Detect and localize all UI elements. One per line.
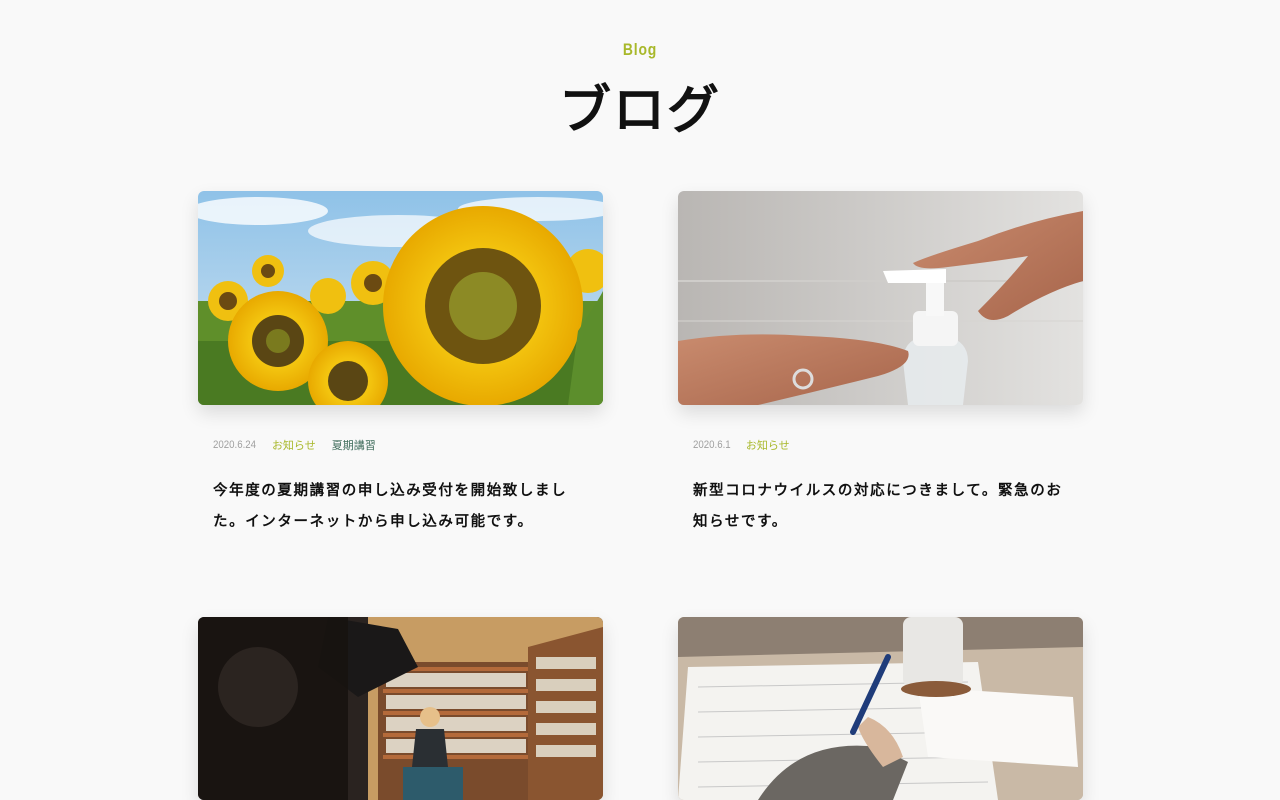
post-meta: 2020.6.1 お知らせ <box>693 437 806 453</box>
tag-news[interactable]: お知らせ <box>272 437 316 453</box>
tag-news[interactable]: お知らせ <box>746 437 790 453</box>
post-excerpt[interactable]: 新型コロナウイルスの対応につきまして。緊急のお知らせです。 <box>693 476 1073 538</box>
blog-card[interactable] <box>678 617 1083 800</box>
blog-card[interactable] <box>198 617 603 800</box>
sunflower-photo[interactable] <box>198 191 603 405</box>
post-excerpt[interactable]: 今年度の夏期講習の申し込み受付を開始致しました。インターネットから申し込み可能で… <box>213 476 593 538</box>
hand-sanitizer-photo[interactable] <box>678 191 1083 405</box>
tag-summer-course[interactable]: 夏期講習 <box>332 437 376 453</box>
post-excerpt-link[interactable]: 新型コロナウイルスの対応につきまして。緊急のお知らせです。 <box>693 483 1062 530</box>
post-date: 2020.6.1 <box>693 439 731 451</box>
writing-desk-photo[interactable] <box>678 617 1083 800</box>
post-date: 2020.6.24 <box>213 439 257 451</box>
post-excerpt-link[interactable]: 今年度の夏期講習の申し込み受付を開始致しました。インターネットから申し込み可能で… <box>213 483 567 530</box>
blog-card[interactable]: 2020.6.24 お知らせ 夏期講習 今年度の夏期講習の申し込み受付を開始致し… <box>198 191 603 530</box>
blog-card[interactable]: 2020.6.1 お知らせ 新型コロナウイルスの対応につきまして。緊急のお知らせ… <box>678 191 1083 530</box>
post-meta: 2020.6.24 お知らせ 夏期講習 <box>213 437 392 453</box>
page-title: ブログ <box>558 81 721 141</box>
section-eyebrow: Blog <box>622 40 658 59</box>
library-interview-photo[interactable] <box>198 617 603 800</box>
